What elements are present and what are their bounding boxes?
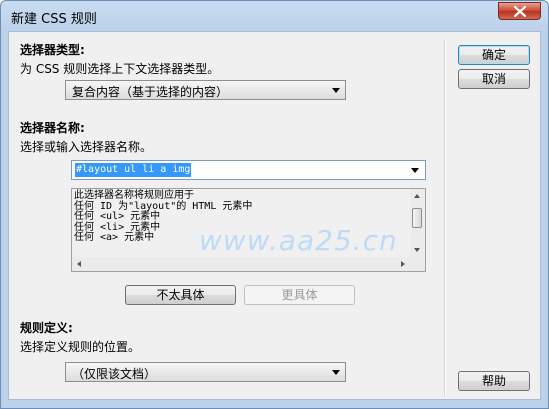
explanation-line: 任何 <ul> 元素中	[74, 211, 161, 222]
close-button[interactable]	[498, 2, 541, 20]
help-button[interactable]: 帮助	[458, 371, 530, 391]
scroll-up-icon[interactable]	[414, 194, 420, 198]
rule-definition-dropdown[interactable]: （仅限该文档）	[65, 362, 346, 382]
scroll-down-icon[interactable]	[414, 248, 420, 252]
selector-type-dropdown[interactable]: 复合内容（基于选择的内容）	[65, 80, 346, 100]
selector-type-description: 为 CSS 规则选择上下文选择器类型。	[20, 62, 220, 76]
scroll-thumb[interactable]	[412, 208, 422, 228]
title-bar[interactable]: 新建 CSS 规则	[1, 1, 548, 31]
selector-name-value[interactable]: #layout ul li a img	[75, 163, 192, 177]
selector-name-input[interactable]: #layout ul li a img	[71, 160, 426, 180]
horizontal-scrollbar[interactable]	[72, 257, 425, 271]
selector-name-heading: 选择器名称:	[20, 121, 85, 135]
explanation-line: 此选择器名称将规则应用于	[74, 190, 194, 201]
selector-explanation-box: 此选择器名称将规则应用于 任何 ID 为"layout"的 HTML 元素中 任…	[71, 188, 426, 272]
window-title: 新建 CSS 规则	[11, 12, 97, 27]
vertical-divider	[444, 40, 446, 396]
rule-definition-heading: 规则定义:	[20, 321, 73, 335]
new-css-rule-dialog: 新建 CSS 规则 选择器类型: 为 CSS 规则选择上下文选择器类型。 复合内…	[0, 0, 549, 409]
selector-type-value: 复合内容（基于选择的内容）	[72, 85, 229, 99]
scroll-right-icon[interactable]	[401, 261, 405, 267]
selector-name-description: 选择或输入选择器名称。	[20, 140, 153, 154]
explanation-line: 任何 <a> 元素中	[74, 232, 155, 243]
vertical-scrollbar[interactable]	[410, 189, 425, 257]
selector-explanation-text: 此选择器名称将规则应用于 任何 ID 为"layout"的 HTML 元素中 任…	[74, 190, 408, 244]
rule-definition-description: 选择定义规则的位置。	[20, 340, 141, 354]
more-specific-button[interactable]: 更具体	[244, 285, 355, 305]
less-specific-button[interactable]: 不太具体	[125, 285, 236, 305]
cancel-button[interactable]: 取消	[458, 69, 530, 89]
close-icon	[514, 6, 526, 17]
dialog-body: 选择器类型: 为 CSS 规则选择上下文选择器类型。 复合内容（基于选择的内容）…	[8, 31, 541, 400]
scroll-left-icon[interactable]	[77, 261, 81, 267]
ok-button[interactable]: 确定	[458, 45, 530, 65]
chevron-down-icon[interactable]	[411, 168, 419, 173]
rule-definition-value: （仅限该文档）	[72, 367, 157, 381]
selector-type-heading: 选择器类型:	[20, 43, 85, 57]
chevron-down-icon	[332, 370, 340, 375]
chevron-down-icon	[332, 88, 340, 93]
